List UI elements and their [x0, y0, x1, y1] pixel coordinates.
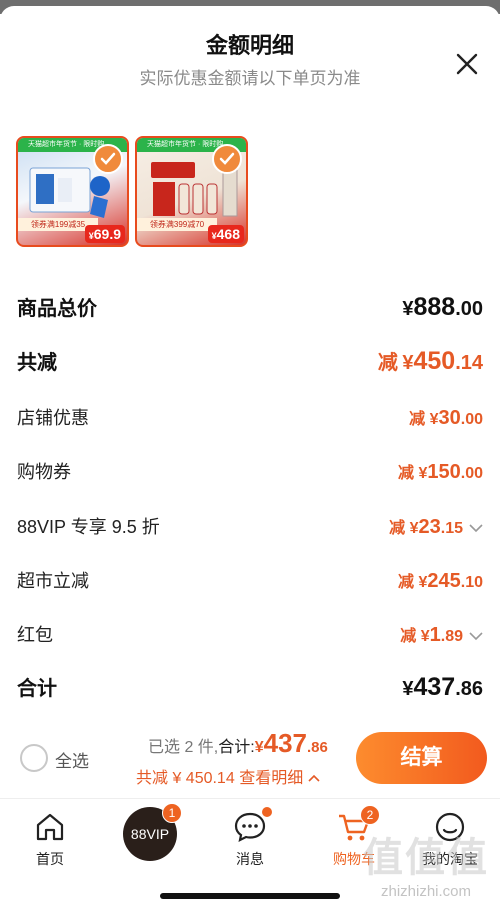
tab-home[interactable]: 首页: [10, 809, 90, 869]
product-thumb[interactable]: 天猫超市年货节 · 限时购 领券满399减70 ¥468: [135, 136, 248, 247]
discount-label: 红包: [17, 625, 53, 645]
discount-amount: 减 ¥245.10: [398, 570, 483, 592]
chevron-down-icon[interactable]: [469, 628, 483, 646]
home-icon: [10, 809, 90, 845]
total-discount-amount: 减 ¥450.14: [377, 347, 483, 375]
discount-label: 超市立减: [17, 571, 89, 591]
checked-icon[interactable]: [93, 144, 123, 174]
total-discount-label: 共减: [17, 352, 57, 374]
discount-amount: 减 ¥1.89: [400, 622, 483, 647]
chevron-up-icon[interactable]: [308, 770, 320, 787]
discount-row-voucher: 购物券 减 ¥150.00: [17, 458, 483, 484]
watermark: 值值值 zhizhizhi.com: [356, 825, 496, 900]
selected-summary: 已选 2 件,合计:¥437.86: [148, 728, 328, 758]
discount-label: 购物券: [17, 462, 71, 482]
discount-row-supermarket: 超市立减 减 ¥245.10: [17, 567, 483, 593]
discount-label: 88VIP 专享 9.5 折: [17, 517, 160, 537]
watermark-logo: 值值值: [363, 836, 489, 880]
discount-summary[interactable]: 共减 ¥ 450.14 查看明细: [136, 764, 320, 788]
watermark-url: zhizhizhi.com: [380, 883, 472, 900]
sheet-title: 金额明细: [205, 33, 294, 58]
subtotal-amount: ¥888.00: [402, 293, 483, 321]
checked-icon[interactable]: [212, 144, 242, 174]
coupon-label: 领券满399减70: [137, 218, 217, 231]
select-all-label[interactable]: 全选: [55, 747, 89, 772]
discount-amount: 减 ¥150.00: [398, 461, 483, 483]
select-all-radio[interactable]: [20, 744, 48, 772]
cart-badge: 2: [360, 805, 380, 825]
home-indicator: [160, 893, 340, 899]
price-tag: ¥468: [207, 225, 244, 243]
chevron-down-icon[interactable]: [469, 520, 483, 538]
discount-label: 店铺优惠: [17, 408, 89, 428]
checkout-button[interactable]: 结算: [356, 732, 487, 784]
message-icon: [210, 807, 290, 845]
close-icon[interactable]: [455, 52, 479, 76]
subtotal-row: 商品总价 ¥888.00: [17, 292, 483, 322]
discount-row-redpacket[interactable]: 红包 减 ¥1.89: [17, 621, 483, 647]
sheet-subtitle: 实际优惠金额请以下单页为准: [139, 69, 361, 88]
vip-badge: 1: [162, 803, 182, 823]
view-details-link[interactable]: 查看明细: [239, 770, 303, 787]
tab-home-label: 首页: [36, 851, 64, 867]
total-discount-row: 共减 减 ¥450.14: [17, 346, 483, 376]
discount-row-88vip[interactable]: 88VIP 专享 9.5 折 减 ¥23.15: [17, 513, 483, 539]
discount-row-shop: 店铺优惠 减 ¥30.00: [17, 404, 483, 430]
discount-amount: 减 ¥23.15: [389, 514, 483, 539]
discount-amount: 减 ¥30.00: [409, 407, 483, 429]
tab-messages[interactable]: 消息: [210, 807, 290, 869]
product-thumbnails: 天猫超市年货节 · 限时购 领券满199减35 ¥69.9 天猫超市年货节 · …: [16, 136, 248, 247]
subtotal-label: 商品总价: [17, 298, 97, 320]
grand-total-amount: ¥437.86: [402, 673, 483, 701]
price-tag: ¥69.9: [84, 225, 125, 243]
grand-total-label: 合计: [17, 678, 57, 700]
tab-messages-label: 消息: [236, 851, 264, 867]
grand-total-row: 合计 ¥437.86: [17, 672, 483, 702]
message-dot: [262, 807, 272, 817]
checkout-bar: 全选 已选 2 件,合计:¥437.86 共减 ¥ 450.14 查看明细 结算: [0, 720, 500, 798]
product-thumb[interactable]: 天猫超市年货节 · 限时购 领券满199减35 ¥69.9: [16, 136, 129, 247]
